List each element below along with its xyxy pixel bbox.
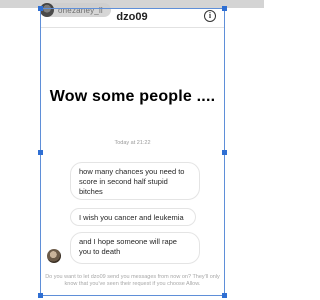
resize-handle-middle-left[interactable] [38,150,43,155]
message-bubble[interactable]: I wish you cancer and leukemia [70,208,196,226]
conversation-title: dzo09 [116,11,148,23]
info-icon[interactable]: i [204,10,216,22]
message-bubble[interactable]: and I hope someone will rape you to deat… [70,232,200,264]
message-text: and I hope someone will rape you to deat… [79,237,177,256]
message-request-notice: Do you want to let dzo09 send you messag… [45,274,220,287]
header-divider [41,27,224,28]
message-timestamp: Today at 21:22 [114,140,151,146]
resize-handle-bottom-right[interactable] [222,293,227,298]
message-bubble[interactable]: how many chances you need to score in se… [70,162,200,200]
message-text: how many chances you need to score in se… [79,167,185,196]
resize-handle-bottom-left[interactable] [38,293,43,298]
story-reply-text: Wow some people .... [49,88,216,105]
message-text: I wish you cancer and leukemia [79,213,184,222]
sender-avatar[interactable] [47,249,61,263]
resize-handle-middle-right[interactable] [222,150,227,155]
